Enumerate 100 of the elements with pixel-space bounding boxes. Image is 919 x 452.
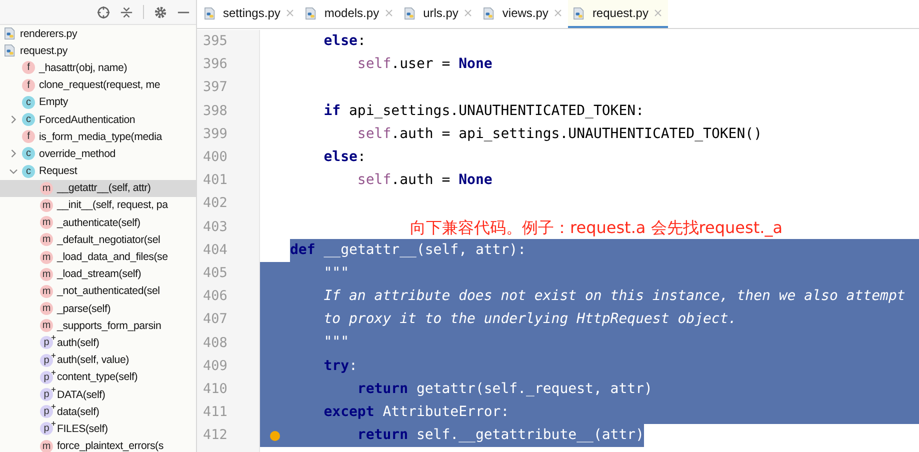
tree-item[interactable]: c Empty (0, 94, 196, 111)
tree-item[interactable]: m __init__(self, request, pa (0, 196, 196, 214)
tree-item[interactable]: p content_type(self) (0, 368, 196, 386)
code-line: to proxy it to the underlying HttpRequest object. (260, 308, 919, 332)
symbol-badge-icon: p (40, 354, 53, 367)
tree-item[interactable]: p DATA(self) (0, 386, 196, 404)
python-file-icon (573, 6, 586, 20)
file-tab[interactable]: request.py (568, 0, 668, 28)
line-number: 412 (203, 427, 228, 444)
code-line: else: (322, 32, 367, 51)
tree-item[interactable]: m _load_data_and_files(se (0, 248, 196, 266)
line-number: 410 (203, 380, 228, 398)
tree-item[interactable]: f clone_request(request, me (0, 76, 196, 94)
symbol-badge-icon: m (40, 182, 53, 195)
tree-item[interactable]: f _hasattr(obj, name) (0, 59, 196, 77)
line-number: 409 (203, 358, 228, 375)
symbol-badge-icon: p (40, 405, 53, 418)
tree-item[interactable]: c Request (0, 162, 196, 180)
code-line: self.auth = None (356, 171, 494, 190)
python-file-icon (483, 6, 496, 20)
close-icon[interactable] (554, 9, 562, 17)
code-line: self.auth = api_settings.UNAUTHENTICATED_TOKEN() (356, 124, 764, 144)
code-line: return getattr(self._request, attr) (260, 378, 919, 401)
line-number: 398 (203, 102, 228, 120)
symbol-badge-icon: c (22, 164, 35, 178)
tree-item[interactable]: m force_plaintext_errors(s (0, 438, 196, 452)
line-number: 404 (203, 242, 228, 259)
code-line: else: (322, 148, 367, 167)
close-icon[interactable] (286, 9, 294, 17)
symbol-badge-icon: p (40, 336, 53, 350)
symbol-badge-icon: m (40, 216, 53, 230)
symbol-badge-icon: p (40, 370, 53, 384)
code-line: """ (260, 331, 919, 355)
code-line: except AttributeError: (260, 401, 919, 424)
line-number: 400 (203, 149, 228, 166)
file-tab[interactable]: settings.py (199, 0, 300, 28)
line-number: 408 (203, 334, 228, 352)
symbol-badge-icon: m (40, 319, 53, 332)
tree-item[interactable]: m _supports_form_parsin (0, 317, 196, 334)
symbol-badge-icon: m (40, 284, 53, 298)
file-tab[interactable]: urls.py (399, 0, 478, 28)
code-line: if api_settings.UNAUTHENTICATED_TOKEN: (322, 102, 646, 121)
line-number: 403 (203, 218, 228, 236)
python-file-icon (4, 27, 17, 40)
line-number: 399 (203, 126, 228, 143)
file-tab[interactable]: views.py (478, 0, 568, 28)
close-icon[interactable] (385, 9, 394, 17)
tree-item[interactable]: m _parse(self) (0, 300, 196, 318)
annotation-text: 向下兼容代码。例子：request.a 会先找request._a (410, 216, 783, 239)
tree-item[interactable]: c ForcedAuthentication (0, 110, 196, 128)
tree-item[interactable]: request.py (0, 42, 196, 60)
code-line: try: (260, 354, 919, 378)
symbol-badge-icon: f (22, 61, 35, 74)
symbol-badge-icon: m (40, 250, 53, 264)
symbol-badge-icon: p (40, 388, 53, 402)
symbol-badge-icon: m (40, 268, 53, 281)
tree-item[interactable]: m __getattr__(self, attr) (0, 180, 196, 197)
tree-item[interactable]: p auth(self) (0, 334, 196, 352)
symbol-badge-icon: c (22, 147, 35, 160)
symbol-badge-icon: c (22, 113, 35, 126)
symbol-badge-icon: m (40, 440, 53, 452)
tree-item[interactable]: m _default_negotiator(sel (0, 231, 196, 248)
python-file-icon (4, 44, 17, 58)
symbol-badge-icon: f (22, 130, 35, 144)
line-number: 402 (203, 195, 228, 212)
symbol-badge-icon: p (40, 422, 53, 436)
close-icon[interactable] (464, 9, 472, 17)
tree-item[interactable]: c override_method (0, 145, 196, 162)
tree-item[interactable]: p data(self) (0, 403, 196, 420)
line-number: 405 (203, 264, 228, 282)
tree-item[interactable]: p auth(self, value) (0, 352, 196, 369)
symbol-badge-icon: c (22, 96, 35, 109)
symbol-badge-icon: m (40, 302, 53, 316)
line-number: 401 (203, 172, 228, 190)
tree-item[interactable]: m _not_authenticated(sel (0, 282, 196, 300)
tree-item[interactable]: f is_form_media_type(media (0, 128, 196, 146)
line-number: 395 (203, 33, 228, 50)
tree-item[interactable]: renderers.py (0, 25, 196, 42)
close-icon[interactable] (654, 9, 662, 17)
line-number: 397 (203, 79, 228, 96)
collapse-all-icon[interactable] (120, 6, 133, 18)
code-line: If an attribute does not exist on this instance, then we also attempt (260, 285, 919, 308)
file-tab[interactable]: models.py (300, 0, 400, 28)
python-file-icon (404, 6, 418, 20)
locate-icon[interactable] (97, 6, 110, 18)
code-line: self.user = None (356, 55, 494, 74)
settings-icon[interactable] (154, 6, 167, 18)
python-file-icon (305, 6, 318, 20)
line-number: 406 (203, 288, 228, 306)
symbol-badge-icon: m (40, 198, 53, 212)
symbol-badge-icon: f (22, 78, 35, 92)
line-number: 396 (203, 56, 228, 74)
line-number: 411 (203, 404, 228, 422)
line-number: 407 (203, 311, 228, 328)
tree-item[interactable]: m _load_stream(self) (0, 266, 196, 283)
symbol-badge-icon: m (40, 233, 53, 246)
python-file-icon (204, 6, 217, 20)
tree-item[interactable]: m _authenticate(self) (0, 214, 196, 232)
tree-item[interactable]: p FILES(self) (0, 420, 196, 438)
code-line: """ (260, 262, 919, 286)
